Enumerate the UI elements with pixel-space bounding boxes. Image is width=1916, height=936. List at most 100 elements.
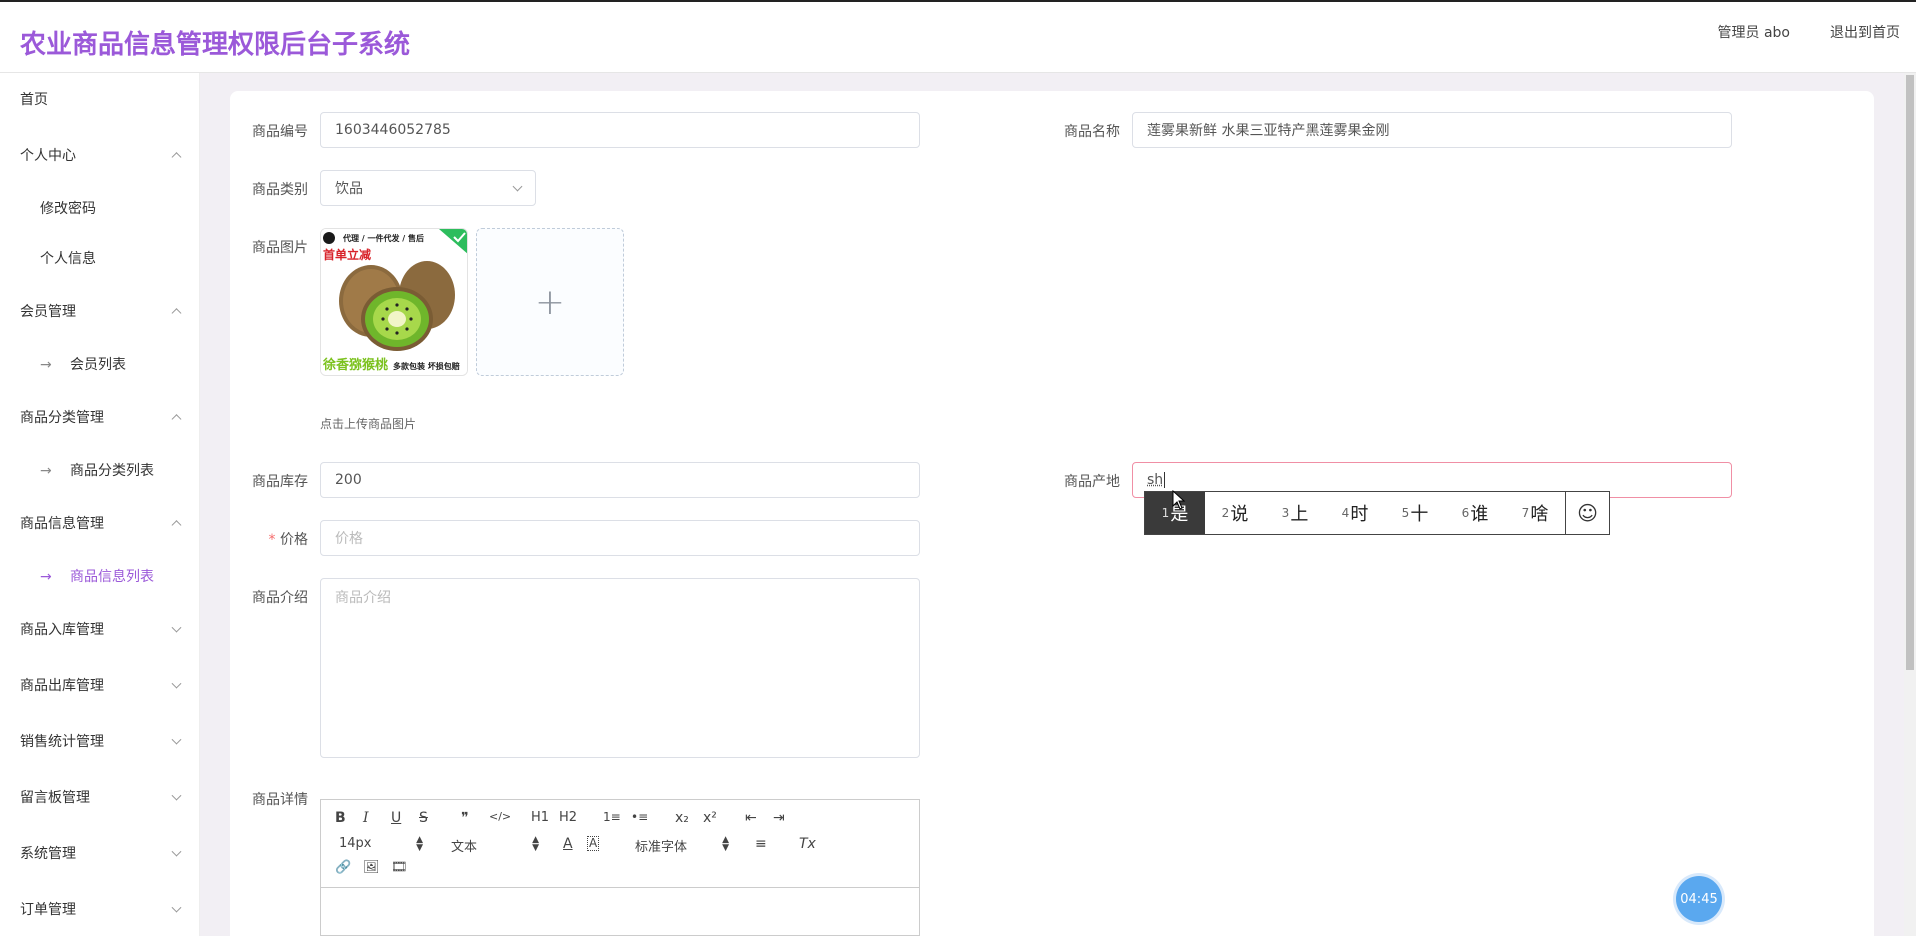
sidebar-item-label: 商品信息列表 [70,569,154,585]
sidebar-item-product-list[interactable]: → 商品信息列表 [0,558,200,594]
image-button[interactable]: 🖼 [363,860,380,875]
ime-candidate-char: 说 [1230,504,1249,525]
sidebar-item-home[interactable]: 首页 [0,81,200,117]
text-caret [1164,472,1166,488]
product-name-label: 商品名称 [1064,124,1120,140]
sidebar-item-sales-stats[interactable]: 销售统计管理 [0,723,200,759]
chevron-down-icon [171,846,182,857]
arrow-right-icon: → [40,463,52,479]
ime-candidate[interactable]: 5 十 [1385,492,1445,534]
sidebar-item-stock-in[interactable]: 商品入库管理 [0,611,200,647]
rich-text-editor[interactable]: B I U S ❞ </> H1 H2 1≡ •≡ x₂ x² ⇤ ⇥ 14px… [320,799,920,936]
bullet-list-button[interactable]: •≡ [631,810,648,824]
indent-button[interactable]: ⇥ [773,810,785,826]
sidebar-item-change-password[interactable]: 修改密码 [0,190,200,226]
stock-input[interactable]: 200 [320,462,920,498]
sidebar-item-label: 修改密码 [40,201,96,217]
sidebar-item-label: 会员列表 [70,357,126,373]
thumb-tag-text: 多款包装 坏损包赔 [393,361,460,371]
price-input[interactable]: 价格 [320,520,920,556]
chevron-down-icon [171,902,182,913]
blockquote-button[interactable]: ❞ [461,810,469,826]
sidebar-item-member-management[interactable]: 会员管理 [0,293,200,329]
product-image-thumbnail[interactable]: 代理 / 一件代发 / 售后 首单立减 徐香猕猴桃 多款包装 坏损包赔 [320,228,468,376]
stock-value: 200 [335,472,362,488]
sidebar-item-label: 系统管理 [20,846,76,862]
editor-toolbar: B I U S ❞ </> H1 H2 1≡ •≡ x₂ x² ⇤ ⇥ 14px… [321,800,919,888]
sidebar-item-message-board[interactable]: 留言板管理 [0,779,200,815]
sidebar-item-label: 商品出库管理 [20,678,104,694]
ime-candidate[interactable]: 4 时 [1325,492,1385,534]
price-placeholder: 价格 [335,531,363,547]
ime-candidate[interactable]: 7 啥 [1505,492,1565,534]
strike-button[interactable]: S [419,810,428,826]
bold-button[interactable]: B [335,810,346,826]
upload-hint-text: 点击上传商品图片 [320,417,417,431]
updown-icon: ▲ ▼ [532,835,539,853]
ordered-list-button[interactable]: 1≡ [603,810,621,824]
sidebar-item-member-list[interactable]: → 会员列表 [0,346,200,382]
sidebar-item-product-management[interactable]: 商品信息管理 [0,505,200,541]
sidebar-item-label: 留言板管理 [20,790,90,806]
thumb-promo-text: 首单立减 [323,247,371,262]
ime-candidate-number: 5 [1401,506,1410,520]
font-size-value: 14px [339,836,372,851]
sidebar-item-label: 销售统计管理 [20,734,104,750]
outdent-button[interactable]: ⇤ [745,810,757,826]
sidebar-item-personal-info[interactable]: 个人信息 [0,240,200,276]
font-size-select[interactable]: 14px ▲ ▼ [339,836,423,853]
underline-button[interactable]: U [391,810,401,826]
sidebar-item-category-management[interactable]: 商品分类管理 [0,399,200,435]
ime-candidate-number: 2 [1221,506,1230,520]
chevron-up-icon [171,308,182,319]
heading1-button[interactable]: H1 [531,810,549,825]
mouse-cursor-icon [1172,490,1186,510]
category-label: 商品类别 [252,182,308,198]
video-button[interactable]: 🎞 [391,860,408,875]
vertical-scrollbar[interactable] [1904,73,1916,936]
sidebar-item-orders[interactable]: 订单管理 [0,891,200,927]
intro-textarea[interactable]: 商品介绍 [320,578,920,758]
floating-timer[interactable]: 04:45 [1676,876,1722,922]
clear-format-button[interactable]: Tx [799,836,816,852]
product-no-input[interactable]: 1603446052785 [320,112,920,148]
ime-candidate-char: 上 [1290,504,1309,525]
product-no-value: 1603446052785 [335,122,451,138]
format-select[interactable]: 文本 ▲ ▼ [451,836,539,856]
ime-candidate[interactable]: 2 说 [1205,492,1265,534]
background-color-button[interactable]: A [587,836,600,851]
product-name-input[interactable]: 莲雾果新鲜 水果三亚特产黑莲雾果金刚 [1132,112,1732,148]
ime-candidate[interactable]: 6 谁 [1445,492,1505,534]
top-header: 农业商品信息管理权限后台子系统 管理员 abo 退出到首页 [0,0,1916,73]
align-button[interactable]: ≡ [755,836,767,852]
subscript-button[interactable]: x₂ [675,810,689,826]
image-upload-button[interactable]: + [476,228,624,376]
italic-button[interactable]: I [363,810,369,826]
ime-candidate-popup: 1 是 2 说 3 上 4 时 5 十 6 谁 7 啥 ☺ [1144,491,1610,535]
sidebar-item-label: 个人信息 [40,251,96,267]
category-select[interactable]: 饮品 [320,170,536,206]
link-button[interactable]: 🔗 [335,860,351,875]
ime-candidate-number: 6 [1461,506,1470,520]
exit-to-home-link[interactable]: 退出到首页 [1830,22,1900,42]
font-family-select[interactable]: 标准字体 ▲ ▼ [635,836,729,856]
chevron-down-icon [512,181,523,192]
emoji-icon[interactable]: ☺ [1565,492,1609,534]
intro-placeholder: 商品介绍 [335,590,391,606]
format-value: 文本 [451,840,478,855]
sidebar-item-category-list[interactable]: → 商品分类列表 [0,452,200,488]
superscript-button[interactable]: x² [703,810,717,826]
ime-candidate[interactable]: 3 上 [1265,492,1325,534]
heading2-button[interactable]: H2 [559,810,577,825]
scrollbar-thumb[interactable] [1906,75,1914,670]
sidebar-item-label: 订单管理 [20,902,76,918]
code-block-button[interactable]: </> [489,810,511,823]
product-no-label: 商品编号 [252,124,308,140]
origin-ime-composition: sh [1147,472,1164,488]
product-name-value: 莲雾果新鲜 水果三亚特产黑莲雾果金刚 [1147,123,1390,139]
font-color-button[interactable]: A [563,836,573,852]
sidebar-item-label: 商品分类管理 [20,410,104,426]
sidebar-item-system[interactable]: 系统管理 [0,835,200,871]
sidebar-item-personal-center[interactable]: 个人中心 [0,137,200,173]
sidebar-item-stock-out[interactable]: 商品出库管理 [0,667,200,703]
